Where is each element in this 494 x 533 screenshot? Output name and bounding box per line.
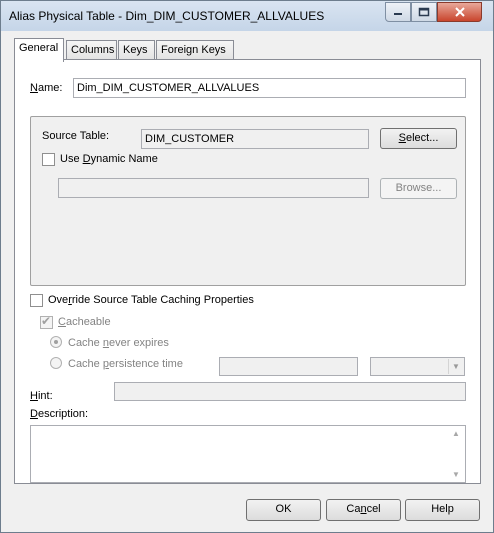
- dialog-window: Alias Physical Table - Dim_DIM_CUSTOMER_…: [0, 0, 494, 533]
- hint-accel: H: [30, 390, 38, 402]
- use-dynamic-accel: D: [82, 153, 91, 165]
- persistence-time-input[interactable]: [219, 357, 358, 376]
- select-button-accel: S: [398, 132, 406, 144]
- hint-input[interactable]: [114, 382, 466, 401]
- select-button[interactable]: Select...: [380, 128, 457, 149]
- window-title: Alias Physical Table - Dim_DIM_CUSTOMER_…: [9, 9, 325, 23]
- select-button-label: elect...: [405, 132, 439, 144]
- description-textarea[interactable]: ▲ ▼: [30, 425, 466, 483]
- scroll-up-icon[interactable]: ▲: [452, 429, 460, 438]
- tab-general-label: General: [19, 42, 59, 54]
- cancel-button[interactable]: Cancel: [326, 499, 401, 521]
- dynamic-name-input[interactable]: [58, 178, 369, 198]
- cacheable-accel: C: [58, 316, 66, 328]
- cache-persist-pre: Cache: [68, 358, 103, 370]
- tab-foreign-keys-label: Foreign Keys: [161, 44, 226, 56]
- cache-never-pre: Cache: [68, 337, 103, 349]
- title-bar[interactable]: Alias Physical Table - Dim_DIM_CUSTOMER_…: [1, 1, 493, 31]
- name-input-value: Dim_DIM_CUSTOMER_ALLVALUES: [77, 82, 260, 94]
- name-label-text: ame:: [37, 82, 63, 94]
- maximize-button[interactable]: [411, 2, 437, 22]
- help-button[interactable]: Help: [405, 499, 480, 521]
- override-caching-label: Override Source Table Caching Properties: [48, 294, 254, 306]
- cacheable-post: acheable: [65, 316, 111, 328]
- cache-never-expires-radio[interactable]: [50, 336, 62, 348]
- close-button[interactable]: [437, 2, 482, 22]
- minimize-icon: [394, 13, 402, 15]
- cancel-pre: Ca: [346, 503, 361, 515]
- description-post: escription:: [37, 408, 89, 420]
- description-label: Description:: [30, 408, 88, 420]
- tab-columns[interactable]: Columns: [66, 40, 117, 61]
- tab-keys[interactable]: Keys: [118, 40, 155, 61]
- tab-foreign-keys[interactable]: Foreign Keys: [156, 40, 234, 61]
- help-button-label: Help: [431, 503, 454, 515]
- restore-icon: [418, 7, 430, 17]
- persistence-unit-select[interactable]: ▼: [370, 357, 465, 376]
- override-caching-checkbox[interactable]: [30, 294, 43, 307]
- use-dynamic-pre: Use: [60, 153, 83, 165]
- use-dynamic-name-label: Use Dynamic Name: [60, 153, 158, 165]
- tab-keys-label: Keys: [123, 44, 148, 56]
- override-pre: Ove: [48, 294, 69, 306]
- name-label-accel: N: [30, 82, 38, 94]
- use-dynamic-post: ynamic Name: [90, 153, 158, 165]
- radio-selected-dot: [54, 340, 58, 344]
- scroll-down-icon[interactable]: ▼: [452, 470, 460, 479]
- minimize-button[interactable]: [385, 2, 411, 22]
- ok-button-label: OK: [275, 503, 292, 515]
- override-post: ride Source Table Caching Properties: [71, 294, 254, 306]
- close-icon: [454, 7, 465, 17]
- cache-persistence-time-label: Cache persistence time: [68, 358, 183, 370]
- description-scrollbar[interactable]: ▲ ▼: [448, 426, 465, 482]
- source-table-field[interactable]: DIM_CUSTOMER: [141, 129, 369, 149]
- ok-button[interactable]: OK: [246, 499, 321, 521]
- tab-columns-label: Columns: [71, 44, 115, 56]
- source-table-value: DIM_CUSTOMER: [145, 133, 235, 145]
- cacheable-label: Cacheable: [58, 316, 111, 328]
- hint-label: Hint:: [30, 390, 53, 402]
- use-dynamic-name-checkbox[interactable]: [42, 153, 55, 166]
- tab-general[interactable]: General: [14, 38, 64, 62]
- cache-never-post: ever expires: [108, 337, 169, 349]
- source-table-label: Source Table:: [42, 130, 110, 142]
- description-accel: D: [30, 408, 38, 420]
- browse-button[interactable]: Browse...: [380, 178, 457, 199]
- browse-button-label: Browse...: [395, 182, 442, 194]
- cache-persist-post: ersistence time: [108, 358, 183, 370]
- cache-never-expires-label: Cache never expires: [68, 337, 169, 349]
- check-icon: ✔: [41, 314, 52, 328]
- hint-post: int:: [37, 390, 53, 402]
- cache-persistence-time-radio[interactable]: [50, 357, 62, 369]
- name-label: Name:: [30, 82, 62, 94]
- name-input[interactable]: Dim_DIM_CUSTOMER_ALLVALUES: [73, 78, 466, 98]
- cacheable-checkbox[interactable]: ✔: [40, 314, 53, 329]
- cancel-post: cel: [366, 503, 381, 515]
- chevron-down-icon: ▼: [448, 359, 463, 374]
